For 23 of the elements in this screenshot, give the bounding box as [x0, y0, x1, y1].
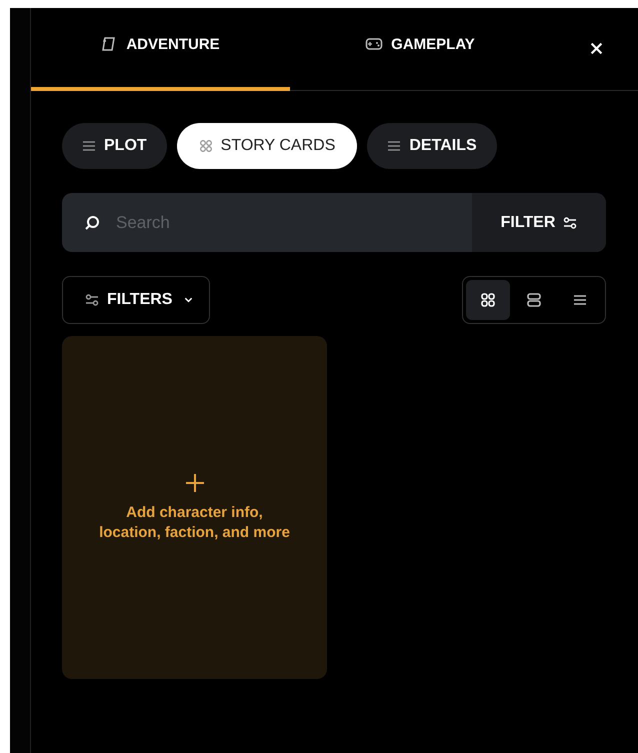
plus-icon [184, 473, 204, 493]
add-card-text: Add character info, location, faction, and more [98, 503, 291, 542]
panel-tab[interactable]: ADVENTURE [30, 8, 290, 91]
section-tab[interactable]: DETAILS [367, 123, 497, 169]
section-tab[interactable]: STORY CARDS [176, 123, 358, 169]
close-icon[interactable] [590, 42, 603, 55]
search-field[interactable]: Search [114, 212, 318, 234]
filters-dropdown[interactable]: FILTERS [62, 276, 210, 324]
gamepad-icon [365, 36, 384, 52]
list-icon [573, 293, 587, 307]
chevron-down-icon [184, 297, 194, 303]
list-icon [387, 139, 402, 153]
rows-icon [527, 293, 541, 307]
filter-icon [85, 294, 99, 306]
search-icon [84, 214, 100, 230]
grid-icon [198, 139, 213, 153]
filter-button[interactable]: FILTER [472, 193, 606, 252]
grid-icon [481, 293, 495, 307]
add-card[interactable]: Add character info, location, faction, and more [62, 336, 327, 679]
panel-tab[interactable]: GAMEPLAY [290, 8, 550, 91]
view-mode-button[interactable] [466, 280, 510, 320]
filter-icon [563, 216, 578, 228]
section-tab[interactable]: PLOT [62, 123, 167, 169]
